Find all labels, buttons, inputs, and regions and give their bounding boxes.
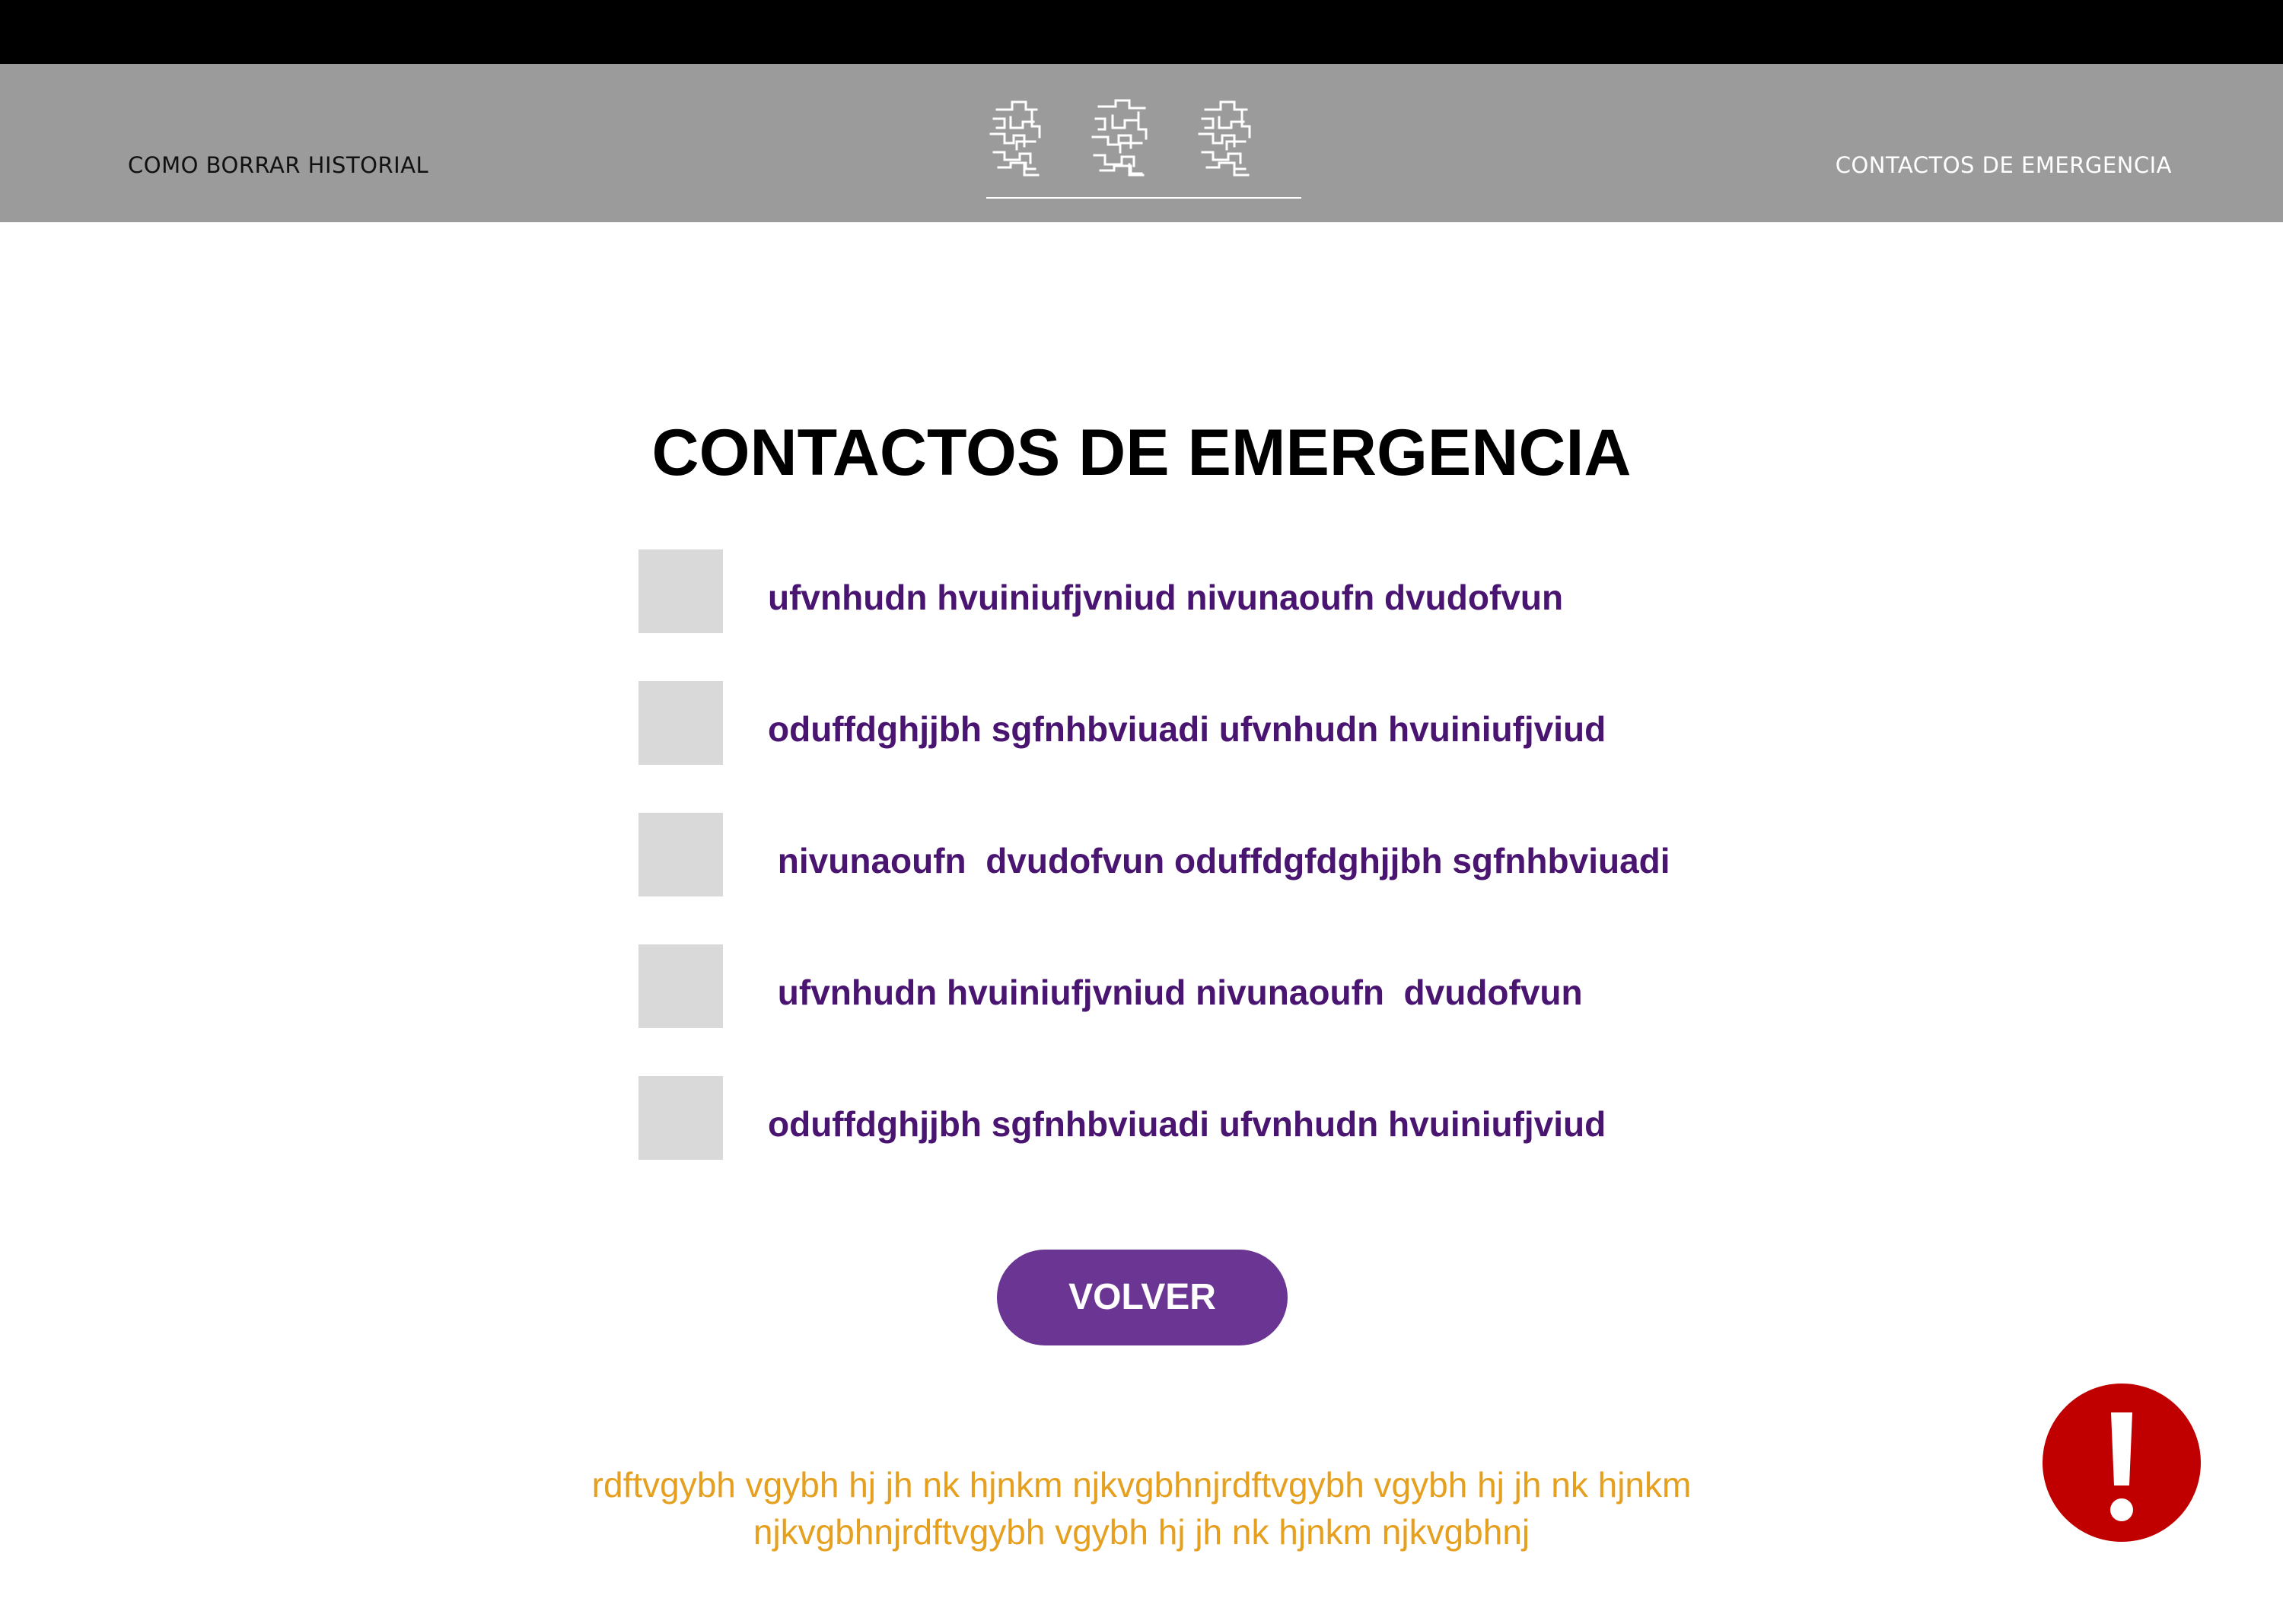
contact-avatar-placeholder: [638, 1076, 723, 1160]
contact-avatar-placeholder: [638, 681, 723, 765]
footer-text: rdftvgybh vgybh hj jh nk hjnkm njkvgbhnj…: [0, 1461, 2283, 1556]
contact-item[interactable]: nivunaoufn dvudofvun oduffdgfdghjjbh sgf…: [638, 813, 1856, 896]
contact-item[interactable]: oduffdghjjbh sgfnhbviuadi ufvnhudn hvuin…: [638, 681, 1856, 765]
contact-name: oduffdghjjbh sgfnhbviuadi ufvnhudn hvuin…: [768, 1104, 1606, 1144]
contact-avatar-placeholder: [638, 813, 723, 896]
page-title: CONTACTOS DE EMERGENCIA: [651, 416, 1632, 489]
contact-item[interactable]: ufvnhudn hvuiniufjvniud nivunaoufn dvudo…: [638, 549, 1856, 633]
top-black-bar: [0, 0, 2283, 64]
footer-line-2: njkvgbhnjrdftvgybh vgybh hj jh nk hjnkm …: [753, 1512, 1530, 1552]
contact-item[interactable]: oduffdghjjbh sgfnhbviuadi ufvnhudn hvuin…: [638, 1076, 1856, 1160]
exclamation-icon[interactable]: [2043, 1384, 2201, 1542]
contact-name: oduffdghjjbh sgfnhbviuadi ufvnhudn hvuin…: [768, 709, 1606, 749]
footer-line-1: rdftvgybh vgybh hj jh nk hjnkm njkvgbhnj…: [591, 1465, 1692, 1505]
contact-name: nivunaoufn dvudofvun oduffdgfdghjjbh sgf…: [768, 841, 1670, 880]
nav-link-como-borrar-historial[interactable]: COMO BORRAR HISTORIAL: [128, 152, 428, 178]
contact-avatar-placeholder: [638, 944, 723, 1028]
contact-name: ufvnhudn hvuiniufjvniud nivunaoufn dvudo…: [768, 973, 1583, 1012]
contact-avatar-placeholder: [638, 549, 723, 633]
volver-button[interactable]: VOLVER: [997, 1250, 1288, 1345]
contact-name: ufvnhudn hvuiniufjvniud nivunaoufn dvudo…: [768, 578, 1564, 617]
maze-pattern-logo[interactable]: [986, 88, 1301, 201]
contact-item[interactable]: ufvnhudn hvuiniufjvniud nivunaoufn dvudo…: [638, 944, 1856, 1028]
nav-link-contactos-de-emergencia[interactable]: CONTACTOS DE EMERGENCIA: [1836, 152, 2172, 178]
